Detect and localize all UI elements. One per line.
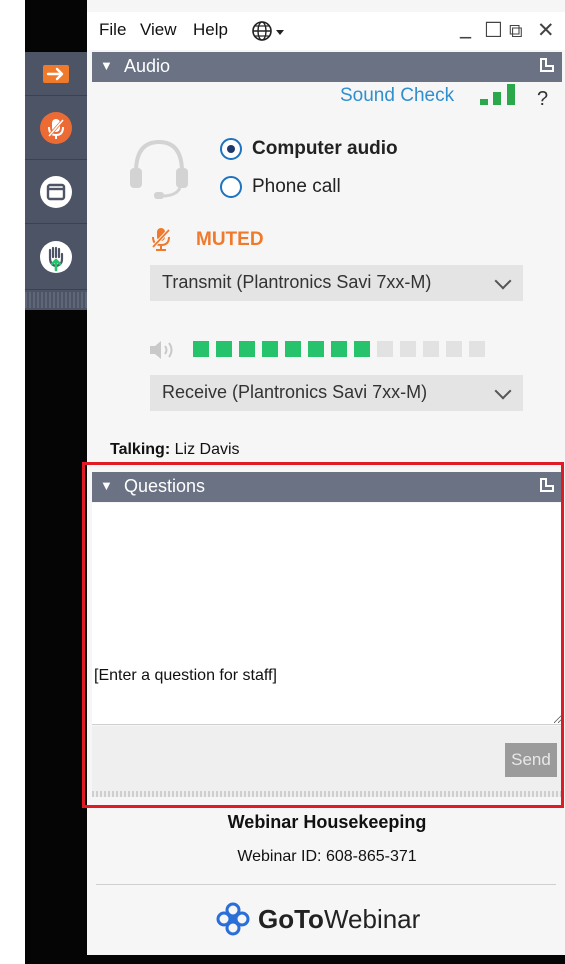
receive-device-select[interactable]: Receive (Plantronics Savi 7xx-M)	[150, 375, 523, 411]
meter-segment-lit	[262, 341, 278, 357]
maximize-button[interactable]: ☐	[484, 18, 503, 42]
menu-help[interactable]: Help	[193, 20, 228, 40]
menu-file[interactable]: File	[99, 20, 126, 40]
mute-toggle-button[interactable]	[25, 96, 87, 160]
close-button[interactable]: ✕	[537, 18, 555, 42]
gotowebinar-logo: GoToWebinar	[216, 899, 420, 939]
chevron-down-icon	[494, 272, 512, 290]
webinar-title: Webinar Housekeeping	[227, 812, 427, 832]
webinar-id: Webinar ID: 608-865-371	[237, 848, 417, 865]
footer-divider	[96, 884, 556, 885]
muted-microphone-icon	[40, 111, 72, 144]
meter-segment-unlit	[423, 341, 439, 357]
meter-segment-lit	[354, 341, 370, 357]
bottom-frame	[25, 955, 565, 964]
meter-segment-unlit	[400, 341, 416, 357]
popout-icon[interactable]	[540, 58, 554, 72]
muted-microphone-icon[interactable]	[150, 226, 172, 252]
raise-hand-button[interactable]	[25, 224, 87, 290]
phone-call-label[interactable]: Phone call	[252, 176, 341, 198]
audio-section-header[interactable]: ▼ Audio	[92, 52, 562, 82]
transmit-device-select[interactable]: Transmit (Plantronics Savi 7xx-M)	[150, 265, 523, 301]
raise-hand-icon	[40, 240, 72, 273]
arrow-right-icon	[43, 64, 69, 83]
meter-segment-lit	[285, 341, 301, 357]
left-toolbar	[25, 52, 87, 310]
phone-call-radio[interactable]	[220, 176, 242, 198]
talking-label: Talking:	[110, 441, 171, 458]
questions-highlight-box	[82, 462, 564, 808]
brand-name: GoToWebinar	[258, 903, 421, 934]
talking-indicator: Talking: Liz Davis	[110, 441, 240, 459]
meter-segment-lit	[239, 341, 255, 357]
meter-segment-lit	[308, 341, 324, 357]
computer-audio-radio[interactable]	[220, 138, 242, 160]
meter-segment-unlit	[377, 341, 393, 357]
meter-segment-lit	[331, 341, 347, 357]
meter-segment-unlit	[469, 341, 485, 357]
language-menu[interactable]	[251, 20, 287, 46]
receive-device-value: Receive (Plantronics Savi 7xx-M)	[162, 382, 428, 402]
window-icon	[40, 175, 72, 208]
toolbar-grip	[25, 292, 87, 308]
menu-view[interactable]: View	[140, 20, 177, 40]
collapse-panel-button[interactable]	[25, 52, 87, 96]
screen-view-button[interactable]	[25, 160, 87, 224]
restore-button[interactable]: ⧉	[509, 20, 523, 42]
meter-segment-lit	[216, 341, 232, 357]
chevron-down-icon	[494, 382, 512, 400]
talking-name: Liz Davis	[174, 441, 240, 458]
muted-status: MUTED	[196, 229, 264, 250]
menu-bar: File View Help _ ☐ ⧉ ✕	[87, 12, 565, 50]
collapse-caret-icon: ▼	[100, 58, 113, 73]
headset-icon	[130, 139, 188, 199]
audio-title: Audio	[124, 56, 171, 76]
meter-segment-lit	[193, 341, 209, 357]
minimize-button[interactable]: _	[460, 14, 471, 39]
transmit-device-value: Transmit (Plantronics Savi 7xx-M)	[162, 272, 432, 292]
sound-check-link[interactable]: Sound Check	[340, 85, 454, 107]
help-icon[interactable]: ?	[537, 88, 548, 111]
computer-audio-label[interactable]: Computer audio	[252, 138, 398, 160]
globe-dropdown-icon	[252, 21, 284, 41]
gotowebinar-flower-icon	[216, 902, 250, 936]
speaker-icon	[150, 341, 173, 359]
meter-segment-unlit	[446, 341, 462, 357]
